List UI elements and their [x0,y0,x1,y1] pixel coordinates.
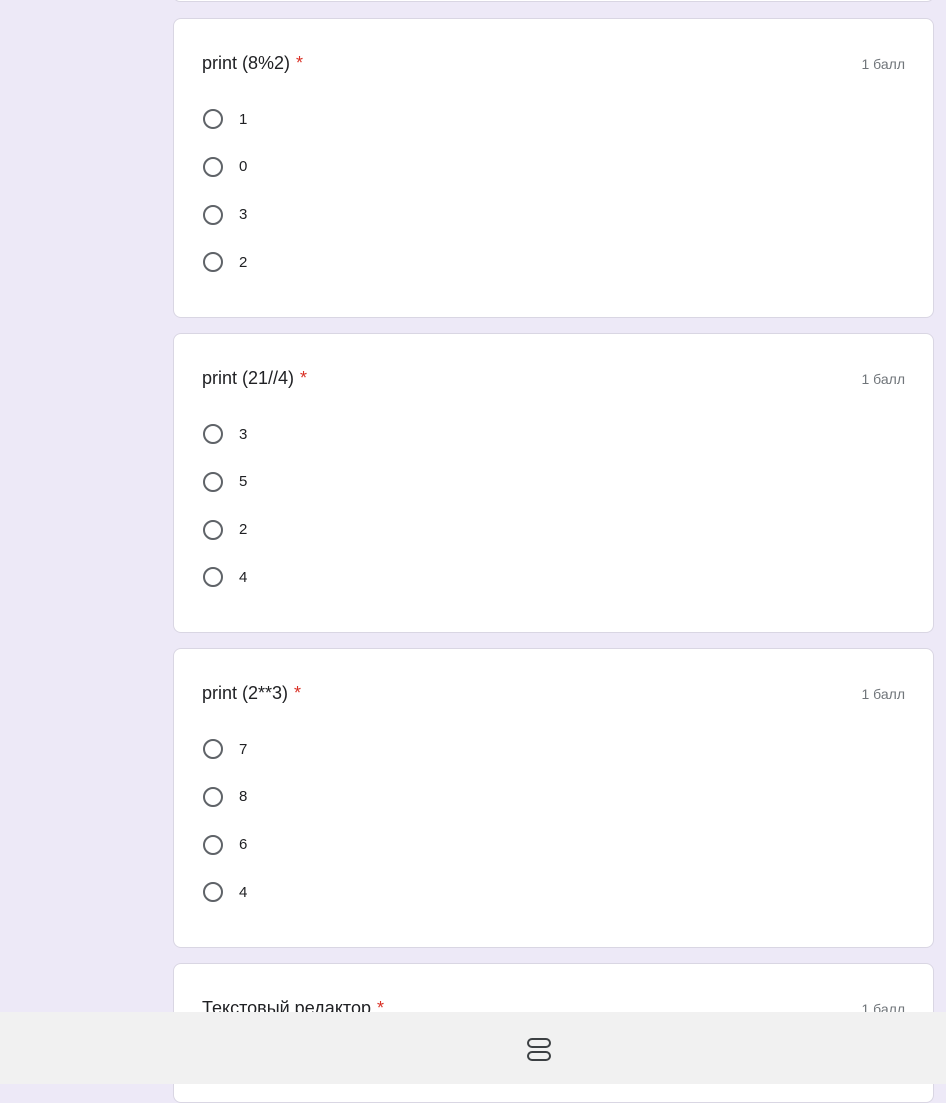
option-label: 2 [239,253,248,271]
option-label: 0 [239,158,248,176]
option-item[interactable]: 3 [202,203,247,227]
required-asterisk: * [300,368,308,388]
options-group: 7 8 6 4 [202,737,247,928]
option-item[interactable]: 1 [202,107,247,131]
question-title: print (2**3) * [202,683,302,703]
option-label: 6 [239,836,248,854]
system-navigation-bar [0,1012,946,1084]
option-item[interactable]: 3 [202,422,247,446]
option-label: 3 [239,425,248,443]
option-label: 1 [239,110,248,128]
home-pill-icon[interactable] [527,1038,551,1064]
radio-unchecked-icon[interactable] [203,567,223,588]
option-item[interactable]: 8 [202,785,247,809]
radio-unchecked-icon[interactable] [203,424,223,444]
home-pill-top [527,1038,551,1048]
option-label: 3 [239,206,248,224]
radio-unchecked-icon[interactable] [203,739,223,759]
points-label: 1 балл [861,371,906,387]
option-label: 8 [239,788,248,806]
radio-unchecked-icon[interactable] [203,471,223,492]
radio-unchecked-icon[interactable] [203,519,223,540]
option-item[interactable]: 7 [202,737,247,761]
option-item[interactable]: 2 [202,250,247,274]
radio-unchecked-icon[interactable] [203,786,223,807]
option-label: 4 [239,568,248,586]
question-card: print (21//4) * 1 балл 3 5 2 4 [173,333,934,633]
points-label: 1 балл [861,56,906,72]
radio-unchecked-icon[interactable] [203,252,223,273]
required-asterisk: * [294,683,302,703]
option-item[interactable]: 4 [202,565,247,589]
option-item[interactable]: 4 [202,880,247,904]
options-group: 1 0 3 2 [202,107,247,298]
question-title: print (8%2) * [202,53,304,73]
radio-unchecked-icon[interactable] [203,109,223,129]
option-item[interactable]: 6 [202,833,247,857]
home-pill-bottom [527,1051,551,1061]
option-label: 4 [239,883,248,901]
question-card: print (2**3) * 1 балл 7 8 6 4 [173,648,934,948]
radio-unchecked-icon[interactable] [203,156,223,177]
previous-question-card [173,0,934,2]
points-label: 1 балл [861,686,906,702]
question-title: print (21//4) * [202,368,308,388]
radio-unchecked-icon[interactable] [203,204,223,225]
radio-unchecked-icon[interactable] [203,882,223,903]
option-label: 2 [239,521,248,539]
option-item[interactable]: 2 [202,518,247,542]
option-label: 5 [239,473,248,491]
option-label: 7 [239,740,248,758]
option-item[interactable]: 0 [202,155,247,179]
question-card: print (8%2) * 1 балл 1 0 3 2 [173,18,934,318]
option-item[interactable]: 5 [202,470,247,494]
radio-unchecked-icon[interactable] [203,834,223,855]
required-asterisk: * [296,53,304,73]
options-group: 3 5 2 4 [202,422,247,613]
